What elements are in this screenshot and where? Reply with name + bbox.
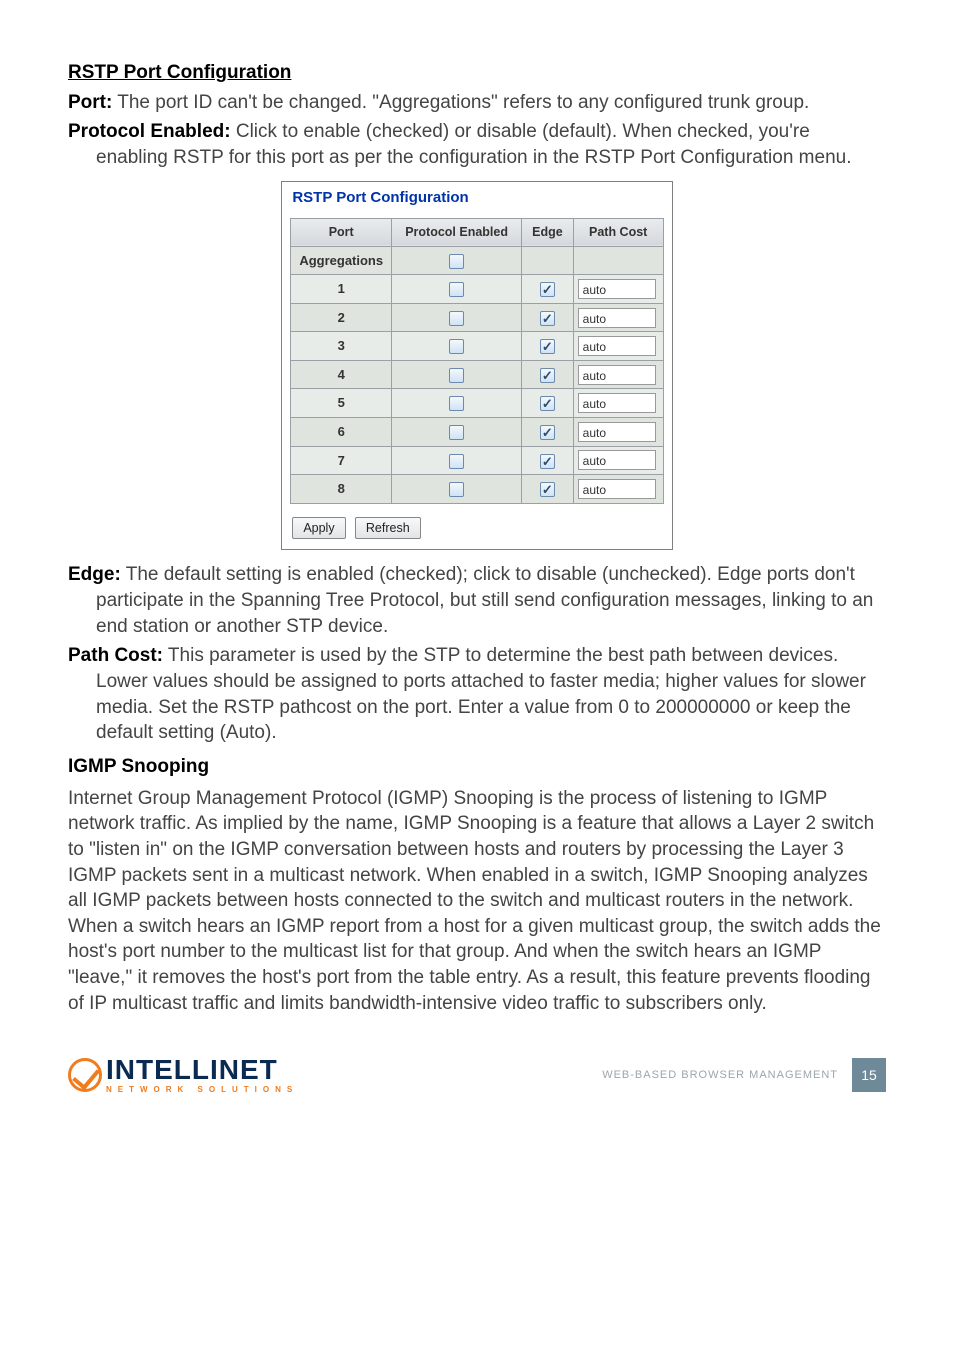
input-pathcost[interactable]: auto <box>578 336 656 356</box>
checkbox-edge[interactable] <box>540 282 555 297</box>
footer-section-label: WEB-BASED BROWSER MANAGEMENT <box>602 1068 838 1083</box>
table-row: 4 auto <box>291 360 663 389</box>
input-pathcost[interactable]: auto <box>578 279 656 299</box>
checkbox-protocol[interactable] <box>449 482 464 497</box>
table-row: 2 auto <box>291 303 663 332</box>
table-row: 5 auto <box>291 389 663 418</box>
col-pathcost: Path Cost <box>573 218 663 246</box>
checkbox-edge[interactable] <box>540 368 555 383</box>
input-pathcost[interactable]: auto <box>578 365 656 385</box>
checkbox-edge[interactable] <box>540 454 555 469</box>
cell-port: 2 <box>291 303 392 332</box>
checkbox-protocol[interactable] <box>449 368 464 383</box>
label-port: Port: <box>68 92 112 113</box>
col-port: Port <box>291 218 392 246</box>
input-pathcost[interactable]: auto <box>578 422 656 442</box>
table-row: 7 auto <box>291 446 663 475</box>
checkbox-edge[interactable] <box>540 396 555 411</box>
para-protocol: Protocol Enabled: Click to enable (check… <box>68 119 886 170</box>
checkbox-protocol-aggregations[interactable] <box>449 254 464 269</box>
checkbox-protocol[interactable] <box>449 396 464 411</box>
table-row-aggregations: Aggregations <box>291 246 663 275</box>
cell-port: 4 <box>291 360 392 389</box>
cell-port: 6 <box>291 417 392 446</box>
checkbox-protocol[interactable] <box>449 339 464 354</box>
label-edge: Edge: <box>68 564 121 585</box>
label-protocol: Protocol Enabled: <box>68 121 231 142</box>
para-igmp-body: Internet Group Management Protocol (IGMP… <box>68 786 886 1017</box>
brand-logo: INTELLINET NETWORK SOLUTIONS <box>68 1056 298 1094</box>
checkbox-edge[interactable] <box>540 482 555 497</box>
cell-port: 1 <box>291 275 392 304</box>
input-pathcost[interactable]: auto <box>578 393 656 413</box>
label-pathcost: Path Cost: <box>68 645 163 666</box>
rstp-table: Port Protocol Enabled Edge Path Cost Agg… <box>290 218 663 504</box>
text-edge: The default setting is enabled (checked)… <box>96 564 873 636</box>
col-protocol: Protocol Enabled <box>392 218 522 246</box>
cell-edge-aggregations <box>522 246 574 275</box>
para-port: Port: The port ID can't be changed. "Agg… <box>68 90 886 116</box>
table-header-row: Port Protocol Enabled Edge Path Cost <box>291 218 663 246</box>
para-pathcost: Path Cost: This parameter is used by the… <box>68 643 886 746</box>
checkbox-edge[interactable] <box>540 339 555 354</box>
brand-subtitle: NETWORK SOLUTIONS <box>106 1086 298 1094</box>
brand-name: INTELLINET <box>106 1056 298 1084</box>
refresh-button[interactable]: Refresh <box>355 517 421 540</box>
cell-path-aggregations <box>573 246 663 275</box>
input-pathcost[interactable]: auto <box>578 308 656 328</box>
table-row: 8 auto <box>291 475 663 504</box>
table-row: 6 auto <box>291 417 663 446</box>
page-number: 15 <box>852 1058 886 1092</box>
text-port: The port ID can't be changed. "Aggregati… <box>112 92 809 113</box>
table-row: 3 auto <box>291 332 663 361</box>
cell-aggregations-label: Aggregations <box>291 246 392 275</box>
checkbox-protocol[interactable] <box>449 311 464 326</box>
table-row: 1 auto <box>291 275 663 304</box>
page-footer: INTELLINET NETWORK SOLUTIONS WEB-BASED B… <box>68 1056 886 1094</box>
checkbox-edge[interactable] <box>540 425 555 440</box>
checkbox-edge[interactable] <box>540 311 555 326</box>
input-pathcost[interactable]: auto <box>578 479 656 499</box>
checkbox-protocol[interactable] <box>449 425 464 440</box>
para-edge: Edge: The default setting is enabled (ch… <box>68 562 886 639</box>
cell-port: 3 <box>291 332 392 361</box>
rstp-config-panel: RSTP Port Configuration Port Protocol En… <box>281 181 672 551</box>
checkbox-protocol[interactable] <box>449 282 464 297</box>
input-pathcost[interactable]: auto <box>578 450 656 470</box>
cell-port: 5 <box>291 389 392 418</box>
heading-rstp: RSTP Port Configuration <box>68 60 886 86</box>
cell-port: 8 <box>291 475 392 504</box>
checkmark-icon <box>68 1058 102 1092</box>
apply-button[interactable]: Apply <box>292 517 345 540</box>
panel-title: RSTP Port Configuration <box>282 182 671 218</box>
heading-igmp: IGMP Snooping <box>68 754 886 780</box>
col-edge: Edge <box>522 218 574 246</box>
checkbox-protocol[interactable] <box>449 454 464 469</box>
text-pathcost: This parameter is used by the STP to det… <box>96 645 866 743</box>
cell-port: 7 <box>291 446 392 475</box>
